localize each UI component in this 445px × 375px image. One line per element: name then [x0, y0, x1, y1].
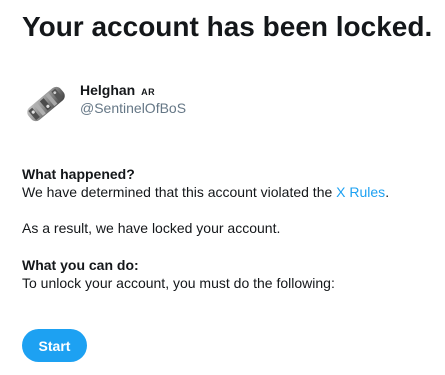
display-name[interactable]: Helghan AR — [80, 82, 155, 101]
avatar[interactable] — [22, 80, 70, 128]
what-happened-heading: What happened? — [22, 166, 135, 182]
what-you-can-do-heading: What you can do: — [22, 257, 139, 273]
display-name-text: Helghan — [80, 82, 136, 98]
unlock-instructions-text: To unlock your account, you must do the … — [22, 275, 335, 291]
result-text: As a result, we have locked your account… — [22, 220, 281, 236]
x-rules-link[interactable]: X Rules — [336, 184, 385, 200]
rubble-avatar-icon — [27, 86, 65, 122]
display-name-suffix: AR — [141, 87, 156, 97]
page-title: Your account has been locked. — [22, 11, 433, 42]
start-button[interactable]: Start — [22, 329, 87, 362]
user-handle[interactable]: @SentinelOfBoS — [80, 100, 186, 117]
violation-text: We have determined that this account vio… — [22, 183, 389, 201]
violation-text-end: . — [385, 184, 390, 200]
violation-text-start: We have determined that this account vio… — [22, 184, 337, 200]
